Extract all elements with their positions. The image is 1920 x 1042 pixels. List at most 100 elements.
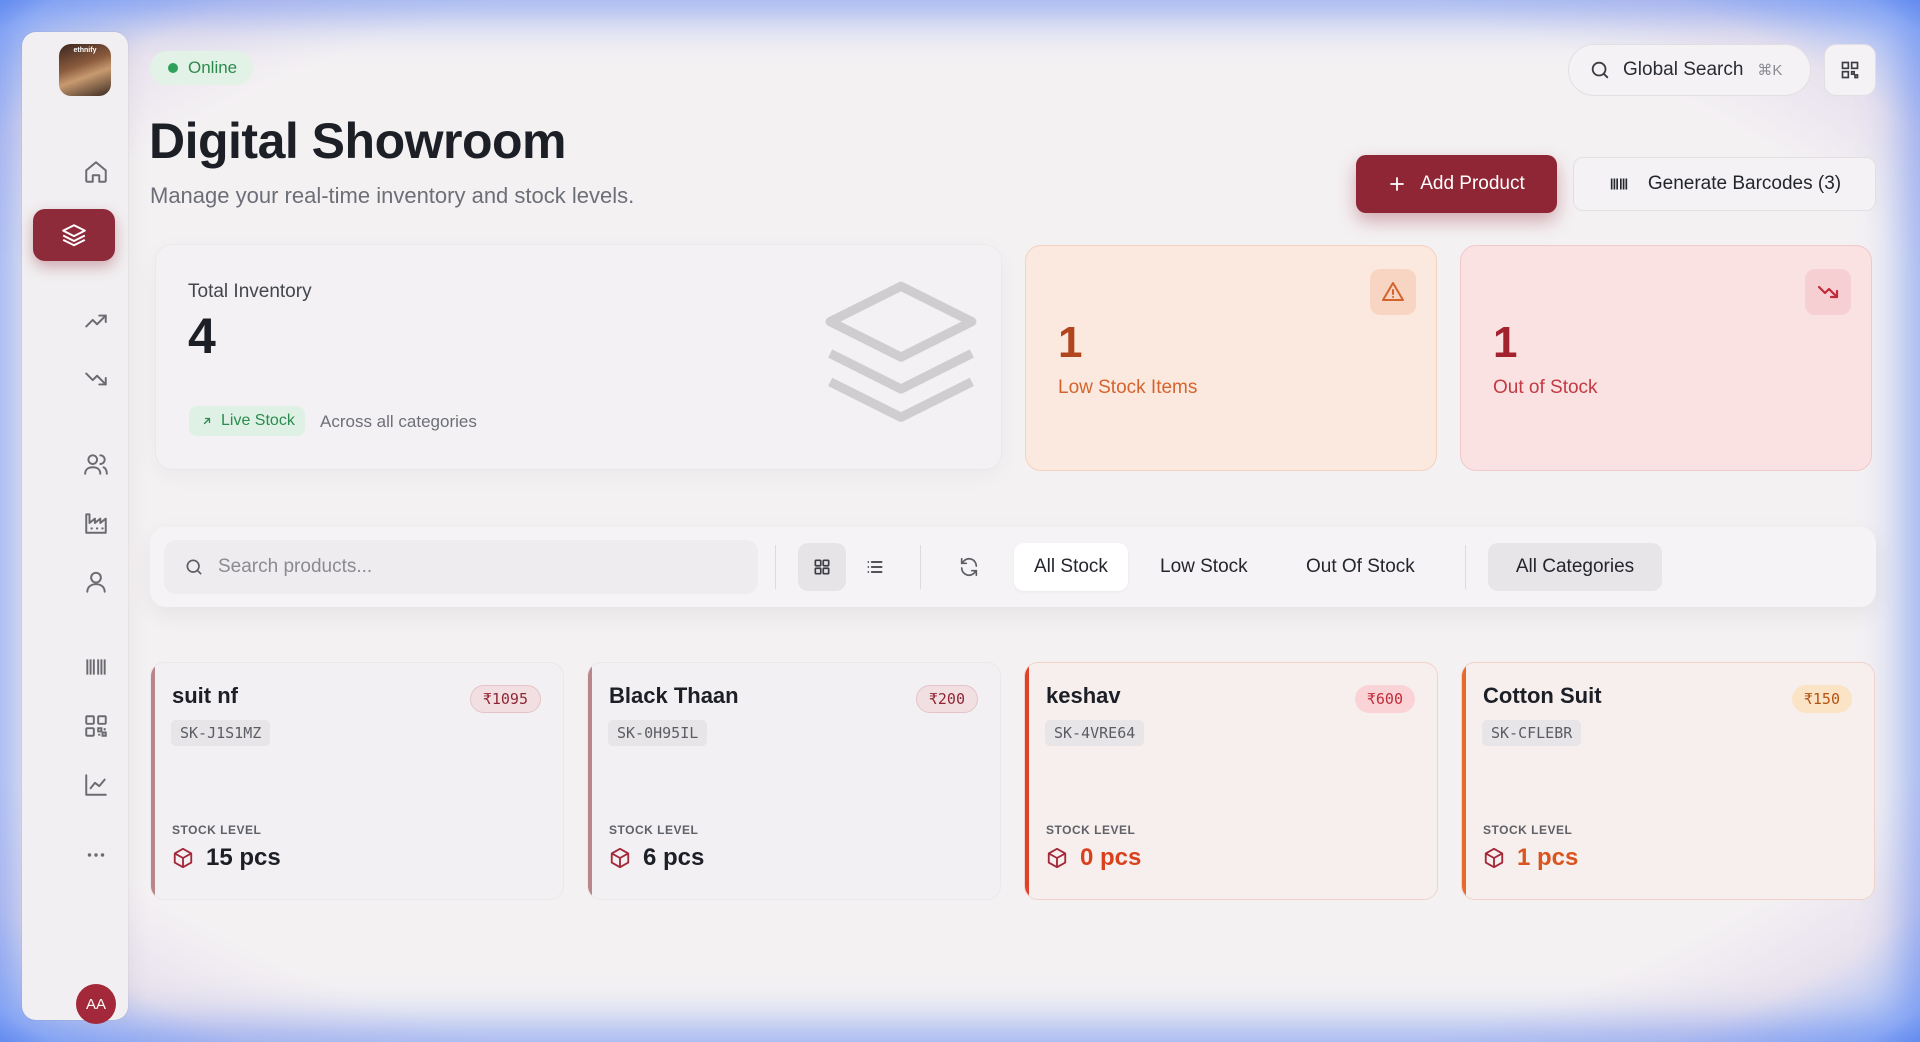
filter-toolbar: Search products... All Stock Low Stock O… bbox=[150, 527, 1876, 607]
low-stock-card[interactable]: 1 Low Stock Items bbox=[1025, 245, 1437, 471]
stock-level-label: STOCK LEVEL bbox=[1483, 823, 1573, 837]
user-icon[interactable] bbox=[55, 556, 137, 608]
page-subtitle: Manage your real-time inventory and stoc… bbox=[150, 183, 635, 208]
divider bbox=[1465, 545, 1466, 589]
users-icon[interactable] bbox=[55, 438, 137, 490]
product-name: suit nf bbox=[172, 683, 238, 708]
price-badge: ₹600 bbox=[1354, 685, 1415, 713]
refresh-button[interactable] bbox=[945, 543, 993, 591]
search-icon bbox=[1591, 61, 1609, 79]
brand-logo[interactable]: ethnify bbox=[59, 44, 111, 96]
price-badge: ₹1095 bbox=[469, 685, 541, 713]
filter-out-of-stock[interactable]: Out Of Stock bbox=[1286, 543, 1435, 591]
brand-logo-text: ethnify bbox=[73, 47, 97, 54]
total-inventory-label: Total Inventory bbox=[188, 281, 312, 302]
sidebar: ethnify AA bbox=[22, 32, 128, 1024]
plus-icon bbox=[1390, 177, 1405, 191]
stock-value: 6 pcs bbox=[643, 844, 705, 871]
card-accent bbox=[1462, 663, 1466, 899]
search-placeholder: Search products... bbox=[218, 556, 373, 577]
product-card[interactable]: Black Thaan ₹200 SK-0H95IL STOCK LEVEL 6… bbox=[587, 662, 1001, 900]
live-stock-label: Live Stock bbox=[221, 412, 295, 429]
generate-barcodes-button[interactable]: Generate Barcodes (3) bbox=[1573, 157, 1876, 211]
divider bbox=[920, 545, 921, 589]
price-badge: ₹150 bbox=[1791, 685, 1852, 713]
package-icon bbox=[1047, 847, 1067, 869]
stock-value: 1 pcs bbox=[1517, 844, 1579, 871]
list-icon bbox=[867, 561, 883, 573]
qr-scan-button[interactable] bbox=[1824, 44, 1876, 96]
factory-icon[interactable] bbox=[55, 497, 137, 549]
package-icon bbox=[610, 847, 630, 869]
stock-level: 1 pcs bbox=[1483, 844, 1578, 872]
stock-value: 15 pcs bbox=[206, 844, 281, 871]
filter-all-stock[interactable]: All Stock bbox=[1014, 543, 1128, 591]
product-card[interactable]: suit nf ₹1095 SK-J1S1MZ STOCK LEVEL 15 p… bbox=[150, 662, 564, 900]
trending-down-icon[interactable] bbox=[55, 353, 137, 405]
product-name: Black Thaan bbox=[609, 683, 739, 708]
product-sku: SK-0H95IL bbox=[608, 720, 708, 746]
package-icon bbox=[173, 847, 193, 869]
product-name: keshav bbox=[1046, 683, 1121, 708]
product-name: Cotton Suit bbox=[1483, 683, 1602, 708]
avatar[interactable]: AA bbox=[76, 984, 116, 1024]
line-chart-icon[interactable] bbox=[55, 759, 137, 811]
add-product-button[interactable]: Add Product bbox=[1356, 155, 1557, 213]
app-window: ethnify AA Online Digital Showroom Manag… bbox=[0, 0, 1920, 1042]
total-inventory-note: Across all categories bbox=[320, 412, 477, 431]
live-stock-badge: Live Stock bbox=[189, 406, 305, 436]
stock-level: 6 pcs bbox=[609, 844, 704, 872]
divider bbox=[775, 545, 776, 589]
home-icon[interactable] bbox=[55, 146, 137, 198]
total-inventory-value: 4 bbox=[188, 308, 216, 364]
package-icon bbox=[1484, 847, 1504, 869]
product-sku: SK-J1S1MZ bbox=[171, 720, 271, 746]
more-icon[interactable] bbox=[55, 829, 137, 881]
stock-level-label: STOCK LEVEL bbox=[172, 823, 262, 837]
warning-icon bbox=[1370, 269, 1416, 315]
out-of-stock-value: 1 bbox=[1493, 318, 1518, 367]
generate-barcodes-label: Generate Barcodes (3) bbox=[1647, 173, 1842, 194]
qr-code-icon[interactable] bbox=[55, 700, 137, 752]
layers-icon[interactable] bbox=[33, 209, 115, 261]
barcode-icon[interactable] bbox=[55, 641, 137, 693]
product-card[interactable]: keshav ₹600 SK-4VRE64 STOCK LEVEL 0 pcs bbox=[1024, 662, 1438, 900]
qr-code-icon bbox=[1841, 61, 1859, 79]
product-sku: SK-CFLEBR bbox=[1482, 720, 1582, 746]
grid-view-button[interactable] bbox=[798, 543, 846, 591]
product-sku: SK-4VRE64 bbox=[1045, 720, 1145, 746]
status-badge: Online bbox=[150, 51, 254, 85]
out-of-stock-label: Out of Stock bbox=[1493, 377, 1598, 398]
total-inventory-card: Total Inventory 4 Live Stock Across all … bbox=[156, 245, 1001, 469]
price-badge: ₹200 bbox=[915, 685, 978, 713]
product-card[interactable]: Cotton Suit ₹150 SK-CFLEBR STOCK LEVEL 1… bbox=[1461, 662, 1875, 900]
arrow-up-right-icon bbox=[203, 417, 211, 425]
out-of-stock-card[interactable]: 1 Out of Stock bbox=[1460, 245, 1872, 471]
card-accent bbox=[1025, 663, 1029, 899]
category-select[interactable]: All Categories bbox=[1488, 543, 1662, 591]
shortcut-hint: ⌘K bbox=[1757, 62, 1783, 79]
grid-icon bbox=[814, 559, 830, 575]
refresh-icon bbox=[960, 557, 978, 577]
trending-down-icon bbox=[1805, 269, 1851, 315]
barcode-icon bbox=[1610, 178, 1628, 190]
page-title: Digital Showroom bbox=[149, 113, 567, 169]
filter-low-stock[interactable]: Low Stock bbox=[1140, 543, 1268, 591]
stock-value: 0 pcs bbox=[1080, 844, 1142, 871]
list-view-button[interactable] bbox=[851, 543, 899, 591]
global-search-label: Global Search bbox=[1623, 59, 1744, 80]
global-search-button[interactable]: Global Search ⌘K bbox=[1568, 44, 1811, 96]
stock-level: 0 pcs bbox=[1046, 844, 1141, 872]
search-icon bbox=[186, 559, 202, 575]
low-stock-value: 1 bbox=[1058, 318, 1083, 367]
low-stock-label: Low Stock Items bbox=[1058, 377, 1198, 398]
status-label: Online bbox=[188, 58, 238, 77]
stock-level: 15 pcs bbox=[172, 844, 281, 872]
trending-up-icon[interactable] bbox=[55, 295, 137, 347]
add-product-label: Add Product bbox=[1420, 173, 1525, 194]
search-input[interactable]: Search products... bbox=[164, 540, 758, 594]
stock-level-label: STOCK LEVEL bbox=[1046, 823, 1136, 837]
card-accent bbox=[151, 663, 155, 899]
layers-icon bbox=[825, 281, 977, 422]
status-dot-icon bbox=[168, 63, 178, 73]
